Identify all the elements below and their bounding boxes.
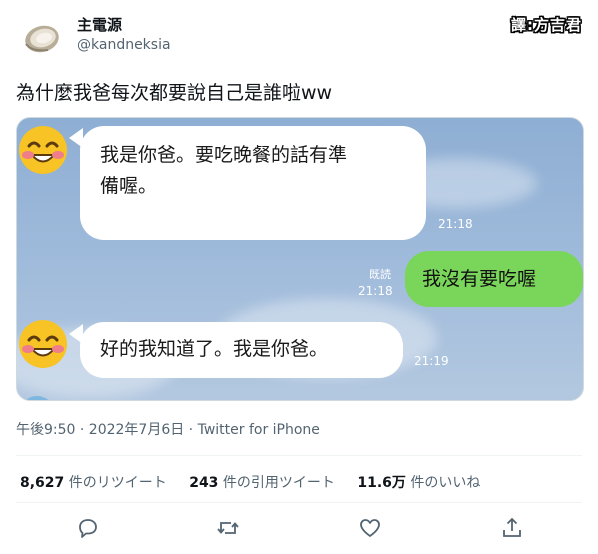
- tweet-media-image[interactable]: 我是你爸。要吃晚餐的話有準 備喔。 21:18 既読 21:18 我沒有要吃喔 …: [16, 117, 584, 401]
- read-receipt: 既読: [369, 268, 391, 281]
- message-text: 我沒有要吃喔: [422, 268, 537, 290]
- reply-icon[interactable]: [76, 516, 100, 540]
- display-name[interactable]: 主電源: [77, 14, 122, 35]
- retweet-stat[interactable]: 8,627 件のリツイート: [20, 475, 167, 491]
- quote-count: 243: [189, 475, 219, 491]
- message-time: 21:18: [358, 284, 393, 298]
- oyster-avatar-icon: [25, 25, 59, 53]
- message-text: 好的我知道了。我是你爸。: [100, 338, 329, 360]
- chat-bubble-incoming: 好的我知道了。我是你爸。: [80, 322, 403, 378]
- like-stat[interactable]: 11.6万 件のいいね: [357, 475, 480, 491]
- smiling-face-icon: [19, 126, 67, 174]
- like-label: 件のいいね: [410, 475, 481, 491]
- translator-badge: 譯:方吉君: [511, 16, 582, 34]
- tweet-timestamp[interactable]: 午後9:50 · 2022年7月6日 · Twitter for iPhone: [16, 419, 320, 439]
- chat-bubble-incoming: 我是你爸。要吃晚餐的話有準 備喔。: [80, 126, 426, 240]
- user-handle[interactable]: @kandneksia: [77, 37, 171, 53]
- action-bar: [16, 510, 582, 550]
- retweet-icon[interactable]: [216, 516, 240, 540]
- share-icon[interactable]: [500, 516, 524, 540]
- retweet-count: 8,627: [20, 475, 65, 491]
- engagement-stats: 8,627 件のリツイート 243 件の引用ツイート 11.6万 件のいいね: [20, 472, 498, 492]
- message-time: 21:19: [414, 354, 449, 368]
- message-time: 21:18: [438, 217, 473, 231]
- smiling-face-icon: [19, 320, 67, 368]
- partial-face-icon: [25, 396, 49, 400]
- chat-bubble-outgoing: 我沒有要吃喔: [405, 251, 583, 307]
- message-text: 我是你爸。要吃晚餐的話有準: [100, 144, 348, 166]
- avatar[interactable]: [18, 16, 64, 62]
- tweet-text: 為什麼我爸每次都要說自己是誰啦ww: [16, 82, 333, 104]
- divider: [16, 502, 582, 503]
- quote-stat[interactable]: 243 件の引用ツイート: [189, 475, 335, 491]
- message-text: 備喔。: [100, 175, 158, 197]
- retweet-label: 件のリツイート: [68, 475, 167, 491]
- heart-icon[interactable]: [358, 516, 382, 540]
- divider: [16, 455, 582, 456]
- quote-label: 件の引用ツイート: [222, 475, 335, 491]
- like-count: 11.6万: [357, 475, 406, 491]
